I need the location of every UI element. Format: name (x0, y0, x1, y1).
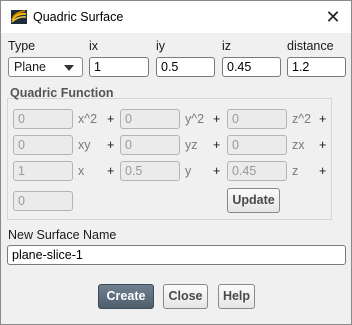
type-dropdown-value: Plane (14, 60, 46, 74)
help-button[interactable]: Help (218, 284, 255, 309)
y-term-label: y (185, 164, 192, 178)
zx-term-label: zx (292, 138, 305, 152)
new-surface-name-label: New Surface Name (8, 228, 117, 242)
z-term-label: z (292, 164, 299, 178)
iz-input[interactable]: 0.45 (222, 57, 281, 77)
create-button[interactable]: Create (98, 284, 154, 309)
constant-input[interactable]: 0 (13, 191, 73, 211)
coef-z-input[interactable]: 0.45 (227, 161, 287, 181)
new-surface-name-input[interactable]: plane-slice-1 (7, 245, 346, 265)
x2-term-label: x^2 (78, 112, 98, 126)
plus-sign: + (319, 164, 327, 178)
plus-sign: + (319, 138, 327, 152)
plus-sign: + (213, 112, 221, 126)
quadric-function-title: Quadric Function (10, 86, 114, 100)
close-button[interactable]: Close (163, 284, 208, 309)
coef-x-input[interactable]: 1 (13, 161, 73, 181)
plus-sign: + (213, 164, 221, 178)
window-title: Quadric Surface (33, 10, 124, 24)
x-term-label: x (78, 164, 85, 178)
ix-input[interactable]: 1 (89, 57, 149, 77)
z2-term-label: z^2 (292, 112, 312, 126)
iy-label: iy (156, 39, 166, 53)
coef-y-input[interactable]: 0.5 (120, 161, 180, 181)
title-bar: Quadric Surface ✕ (1, 1, 351, 33)
coef-yz-input[interactable]: 0 (120, 135, 180, 155)
plus-sign: + (107, 138, 115, 152)
coef-y2-input[interactable]: 0 (120, 109, 180, 129)
xy-term-label: xy (78, 138, 91, 152)
iz-label: iz (222, 39, 232, 53)
coef-zx-input[interactable]: 0 (227, 135, 287, 155)
y2-term-label: y^2 (185, 112, 205, 126)
distance-input[interactable]: 1.2 (287, 57, 346, 77)
ix-label: ix (89, 39, 99, 53)
type-label: Type (8, 39, 36, 53)
plus-sign: + (107, 112, 115, 126)
yz-term-label: yz (185, 138, 198, 152)
distance-label: distance (287, 39, 334, 53)
plus-sign: + (319, 112, 327, 126)
quadric-surface-dialog: Quadric Surface ✕ Type ix iy iz distance… (0, 0, 352, 325)
coef-xy-input[interactable]: 0 (13, 135, 73, 155)
coef-x2-input[interactable]: 0 (13, 109, 73, 129)
close-icon[interactable]: ✕ (323, 7, 343, 27)
update-button[interactable]: Update (227, 188, 280, 213)
plus-sign: + (107, 164, 115, 178)
type-dropdown[interactable]: Plane (8, 57, 83, 77)
app-logo-icon (11, 10, 27, 24)
iy-input[interactable]: 0.5 (156, 57, 215, 77)
coef-z2-input[interactable]: 0 (227, 109, 287, 129)
chevron-down-icon (64, 65, 74, 71)
plus-sign: + (213, 138, 221, 152)
